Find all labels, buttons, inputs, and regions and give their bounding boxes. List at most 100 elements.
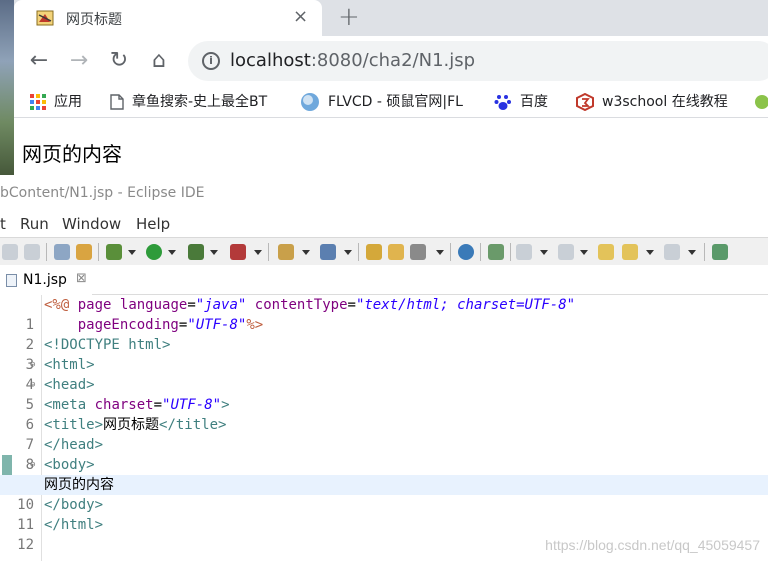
menu-item-run[interactable]: Run <box>20 215 49 233</box>
dropdown-arrow-icon[interactable] <box>128 250 136 255</box>
fold-collapse-icon[interactable]: ⊖ <box>30 375 35 395</box>
bookmark-flvcd[interactable]: FLVCD - 硕鼠官网|FL <box>300 92 463 112</box>
close-icon[interactable]: ⊠ <box>76 271 87 286</box>
window-title: bContent/N1.jsp - Eclipse IDE <box>0 185 205 201</box>
code-text: <head> <box>44 377 95 393</box>
coverage-icon[interactable] <box>188 244 204 260</box>
open-folder-icon[interactable] <box>388 244 404 260</box>
dropdown-arrow-icon[interactable] <box>254 250 262 255</box>
code-text: <html> <box>44 357 95 373</box>
toolbar-icon[interactable] <box>24 244 40 260</box>
external-tools-icon[interactable] <box>230 244 246 260</box>
code-text: </html> <box>44 517 104 533</box>
watermark: https://blog.csdn.net/qq_45059457 <box>545 537 760 553</box>
menu-item-edit[interactable]: t <box>0 215 6 233</box>
code-text: <!DOCTYPE html> <box>44 337 171 353</box>
browser-window: 网页标题 × + ← → ↻ ⌂ i localhost:8080/cha2/N… <box>0 0 768 175</box>
code-text: <body> <box>44 457 95 473</box>
editor-tab-n1-jsp[interactable]: N1.jsp ⊠ <box>0 265 92 295</box>
browser-tab[interactable]: 网页标题 × <box>14 0 322 36</box>
next-annotation-icon[interactable] <box>516 244 532 260</box>
menu-item-window[interactable]: Window <box>62 215 121 233</box>
search-tool-icon[interactable] <box>410 244 426 260</box>
fold-collapse-icon[interactable]: ⊖ <box>30 455 35 475</box>
back-icon[interactable]: ← <box>26 48 52 74</box>
code-text: pageEncoding="UTF-8"%> <box>77 317 264 333</box>
browser-globe-icon[interactable] <box>458 244 474 260</box>
dropdown-arrow-icon[interactable] <box>540 250 548 255</box>
fold-collapse-icon[interactable]: ⊖ <box>30 355 35 375</box>
desktop-edge <box>0 0 14 175</box>
code-text: <title>网页标题</title> <box>44 417 227 433</box>
address-bar[interactable]: i localhost:8080/cha2/N1.jsp <box>188 41 768 81</box>
dropdown-arrow-icon[interactable] <box>302 250 310 255</box>
forward-nav-icon[interactable] <box>664 244 680 260</box>
new-class-icon[interactable] <box>320 244 336 260</box>
dropdown-arrow-icon[interactable] <box>688 250 696 255</box>
pin-editor-icon[interactable] <box>712 244 728 260</box>
toolbar-separator <box>510 243 511 261</box>
bookmark-zhangyu[interactable]: 章鱼搜索-史上最全BT <box>110 92 267 112</box>
code-line: 8 </head> <box>0 435 768 473</box>
code-text: </body> <box>44 497 104 513</box>
toolbar-icon[interactable] <box>76 244 92 260</box>
new-server-icon[interactable] <box>278 244 294 260</box>
code-text: <meta charset="UTF-8"> <box>44 397 230 413</box>
bookmark-apps[interactable]: 应用 <box>30 92 82 112</box>
code-line: 9 ⊖ <body> <box>0 455 768 493</box>
dropdown-arrow-icon[interactable] <box>344 250 352 255</box>
bookmark-w3school[interactable]: w3school 在线教程 <box>576 92 728 112</box>
globe-icon <box>301 93 319 111</box>
last-edit-icon[interactable] <box>598 244 614 260</box>
debug-icon[interactable] <box>106 244 122 260</box>
bookmark-label: FLVCD - 硕鼠官网|FL <box>328 94 463 110</box>
bookmark-overflow[interactable] <box>754 92 768 112</box>
code-line: 11 </body> <box>0 495 768 533</box>
new-tab-button[interactable]: + <box>338 4 360 30</box>
dropdown-arrow-icon[interactable] <box>436 250 444 255</box>
toolbar-separator <box>450 243 451 261</box>
page-icon <box>110 94 124 110</box>
prev-annotation-icon[interactable] <box>558 244 574 260</box>
home-icon[interactable]: ⌂ <box>146 48 172 74</box>
dropdown-arrow-icon[interactable] <box>210 250 218 255</box>
toolbar-icon[interactable] <box>54 244 70 260</box>
toolbar-icon[interactable] <box>2 244 18 260</box>
code-line-current: 10 网页的内容 <box>0 475 768 513</box>
menu-item-help[interactable]: Help <box>136 215 170 233</box>
bookmark-label: 章鱼搜索-史上最全BT <box>132 94 268 110</box>
forward-icon[interactable]: → <box>66 48 92 74</box>
code-line: 2 pageEncoding="UTF-8"%> <box>0 315 768 353</box>
toolbar <box>0 237 768 265</box>
apps-grid-icon <box>30 94 46 110</box>
bookmark-label: 应用 <box>54 94 82 110</box>
code-line: 7 <title>网页标题</title> <box>0 415 768 453</box>
green-bookmark-icon <box>755 95 768 109</box>
dropdown-arrow-icon[interactable] <box>580 250 588 255</box>
eclipse-title-bar: bContent/N1.jsp - Eclipse IDE <box>0 175 768 211</box>
site-info-icon[interactable]: i <box>202 52 220 70</box>
bookmark-label: 百度 <box>520 94 548 110</box>
toolbar-separator <box>98 243 99 261</box>
code-editor[interactable]: 1 <%@ page language="java" contentType="… <box>0 295 768 561</box>
bookmark-baidu[interactable]: 百度 <box>494 92 548 112</box>
tab-close-icon[interactable]: × <box>293 7 308 27</box>
run-icon[interactable] <box>146 244 162 260</box>
line-number: 12 <box>17 537 34 553</box>
url-text[interactable]: localhost:8080/cha2/N1.jsp <box>230 50 475 71</box>
reload-icon[interactable]: ↻ <box>106 48 132 74</box>
eclipse-window: bContent/N1.jsp - Eclipse IDE t Run Wind… <box>0 175 768 561</box>
back-nav-icon[interactable] <box>622 244 638 260</box>
favicon-icon <box>36 10 54 26</box>
navigation-bar: ← → ↻ ⌂ i localhost:8080/cha2/N1.jsp <box>14 36 768 86</box>
open-type-icon[interactable] <box>366 244 382 260</box>
code-line: 12 </html> <box>0 515 768 553</box>
dropdown-arrow-icon[interactable] <box>168 250 176 255</box>
toolbar-icon[interactable] <box>488 244 504 260</box>
toolbar-separator <box>480 243 481 261</box>
editor-tab-label: N1.jsp <box>23 272 67 288</box>
code-text: </head> <box>44 437 104 453</box>
code-line: 5 ⊖ <head> <box>0 375 768 413</box>
toolbar-separator <box>358 243 359 261</box>
dropdown-arrow-icon[interactable] <box>646 250 654 255</box>
